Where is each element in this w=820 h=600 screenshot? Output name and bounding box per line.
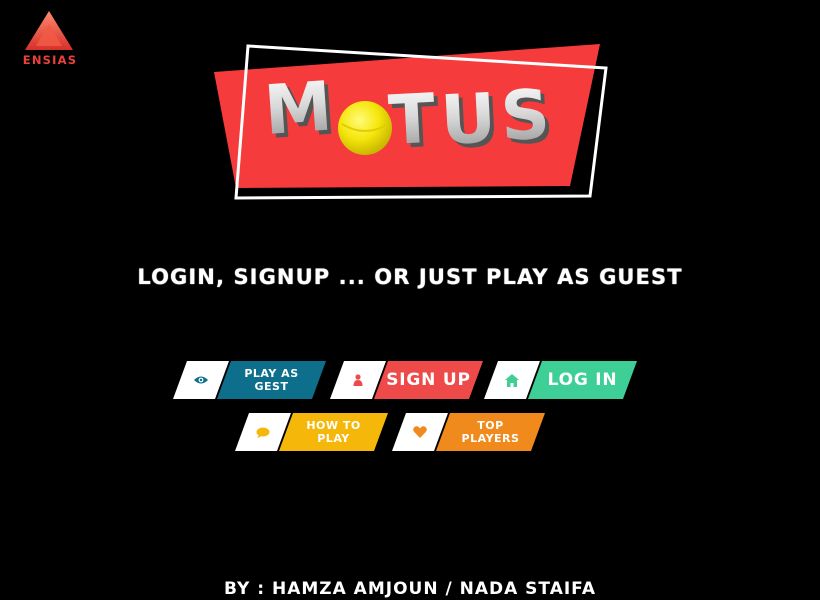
eye-icon: [193, 375, 209, 385]
log-in-label: LOG IN: [528, 361, 637, 399]
credits: BY : HAMZA AMJOUN / NADA STAIFA: [224, 579, 596, 599]
ensias-triangle-icon: [25, 11, 73, 50]
ensias-logo: ENSIAS: [14, 8, 84, 68]
yellow-ball-icon: [338, 101, 392, 155]
tagline: LOGIN, SIGNUP ... OR JUST PLAY AS GUEST: [137, 265, 683, 289]
play-as-guest-label: PLAY AS GEST: [217, 361, 326, 399]
svg-text:M: M: [262, 67, 335, 151]
heart-icon: [413, 426, 427, 438]
svg-text:U: U: [439, 79, 498, 161]
user-icon: [353, 374, 363, 386]
log-in-button[interactable]: LOG IN: [484, 361, 637, 399]
home-icon: [505, 374, 519, 387]
how-to-play-label: HOW TO PLAY: [279, 413, 388, 451]
sign-up-button[interactable]: SIGN UP: [330, 361, 483, 399]
ensias-label: ENSIAS: [22, 53, 78, 67]
speech-bubble-icon: [256, 427, 270, 438]
how-to-play-button[interactable]: HOW TO PLAY: [235, 413, 388, 451]
top-players-button[interactable]: TOP PLAYERS: [392, 413, 545, 451]
motus-title-logo: M M T T U U S S: [208, 40, 613, 205]
top-players-label: TOP PLAYERS: [436, 413, 545, 451]
svg-text:T: T: [387, 80, 438, 161]
title-letters: M M T T U U S S: [262, 67, 556, 165]
svg-text:S: S: [499, 76, 552, 157]
sign-up-label: SIGN UP: [374, 361, 483, 399]
play-as-guest-button[interactable]: PLAY AS GEST: [173, 361, 326, 399]
